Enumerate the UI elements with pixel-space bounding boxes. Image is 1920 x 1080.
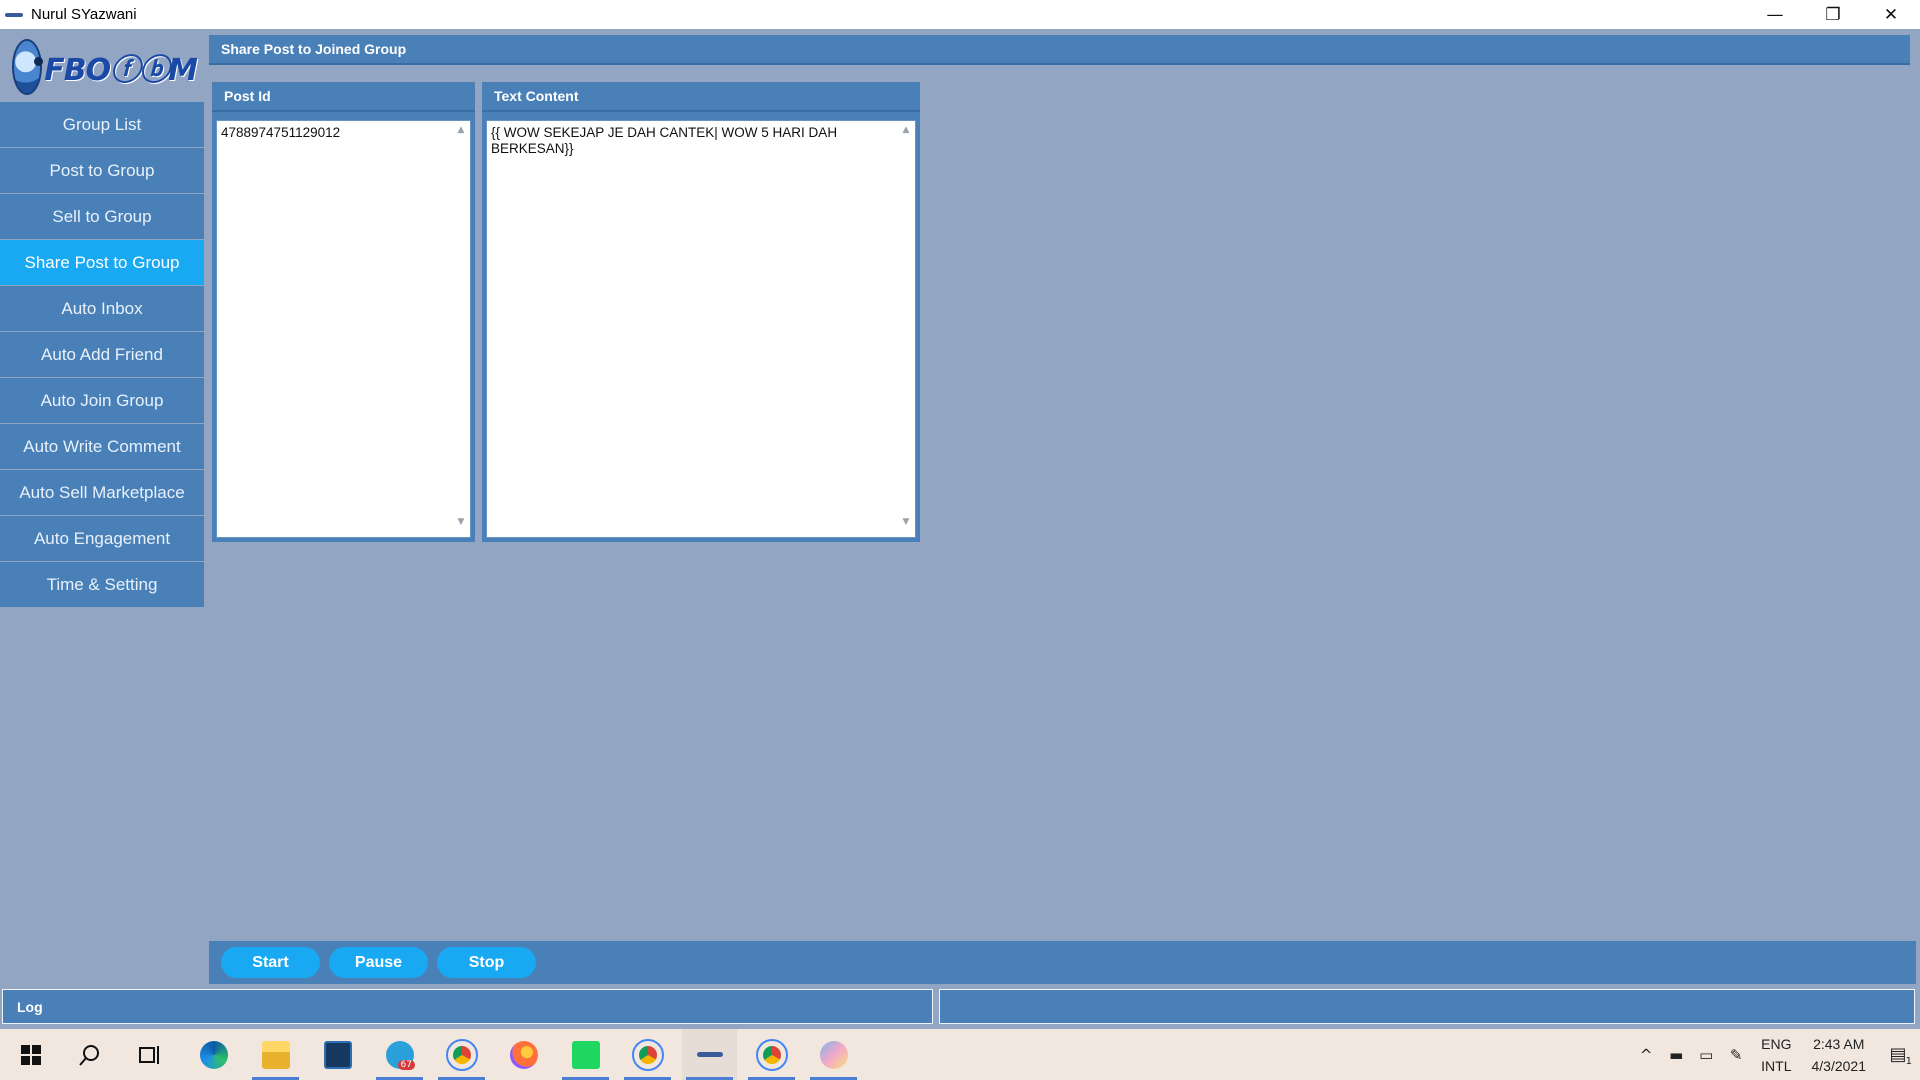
app-logo: FBOⓕⓑM — [12, 37, 198, 97]
sidebar-item-share-post-to-group[interactable]: Share Post to Group — [0, 240, 204, 286]
sidebar-item-auto-write-comment[interactable]: Auto Write Comment — [0, 424, 204, 470]
pause-button[interactable]: Pause — [329, 947, 428, 978]
text-content-scrollbar[interactable]: ▲ ▼ — [897, 121, 915, 537]
clock-time: 2:43 AM — [1813, 1035, 1865, 1052]
chevron-up-icon[interactable]: ^ — [1631, 1046, 1661, 1064]
file-explorer-icon[interactable] — [248, 1029, 303, 1080]
sidebar-item-sell-to-group[interactable]: Sell to Group — [0, 194, 204, 240]
chrome-profile-icon[interactable] — [434, 1029, 489, 1080]
sidebar-nav: Group List Post to Group Sell to Group S… — [0, 102, 204, 608]
post-id-scrollbar[interactable]: ▲ ▼ — [452, 121, 470, 537]
language-line1: ENG — [1761, 1035, 1792, 1052]
windows-start-icon[interactable] — [3, 1029, 58, 1080]
restore-button[interactable]: ❐ — [1804, 0, 1862, 29]
post-id-textarea[interactable]: 4788974751129012 ▲ ▼ — [216, 120, 471, 538]
dell-icon[interactable] — [310, 1029, 365, 1080]
start-button[interactable]: Start — [221, 947, 320, 978]
sidebar-item-auto-sell-marketplace[interactable]: Auto Sell Marketplace — [0, 470, 204, 516]
telegram-icon[interactable]: 67 — [372, 1029, 427, 1080]
text-content-value[interactable]: {{ WOW SEKEJAP JE DAH CANTEK| WOW 5 HARI… — [489, 123, 895, 535]
post-id-value[interactable]: 4788974751129012 — [219, 123, 450, 535]
sidebar-item-auto-engagement[interactable]: Auto Engagement — [0, 516, 204, 562]
fboom-mascot-icon — [12, 39, 44, 95]
spotify-icon[interactable] — [558, 1029, 613, 1080]
minimize-button[interactable]: — — [1746, 0, 1804, 29]
post-id-header: Post Id — [212, 82, 475, 112]
log-status-area — [939, 989, 1915, 1024]
sidebar-item-auto-inbox[interactable]: Auto Inbox — [0, 286, 204, 332]
sidebar: FBOⓕⓑM Group List Post to Group Sell to … — [0, 29, 204, 1029]
paint-icon[interactable] — [806, 1029, 861, 1080]
network-icon[interactable]: ▭ — [1691, 1046, 1721, 1064]
scroll-down-icon[interactable]: ▼ — [897, 517, 915, 533]
sidebar-item-group-list[interactable]: Group List — [0, 102, 204, 148]
battery-icon[interactable]: ▬ — [1661, 1046, 1691, 1064]
clock-date: 4/3/2021 — [1811, 1057, 1867, 1074]
notification-icon[interactable]: ▤ 1 — [1876, 1044, 1920, 1067]
language-line2: INTL — [1761, 1057, 1792, 1074]
sidebar-item-auto-join-group[interactable]: Auto Join Group — [0, 378, 204, 424]
action-bar: Start Pause Stop — [209, 941, 1916, 984]
sidebar-item-post-to-group[interactable]: Post to Group — [0, 148, 204, 194]
search-icon[interactable] — [62, 1029, 117, 1080]
scroll-down-icon[interactable]: ▼ — [452, 517, 470, 533]
pen-icon[interactable]: ✎ — [1721, 1046, 1751, 1064]
text-content-panel: Text Content {{ WOW SEKEJAP JE DAH CANTE… — [482, 82, 920, 542]
edge-icon[interactable] — [186, 1029, 241, 1080]
page-title: Share Post to Joined Group — [209, 35, 1910, 65]
task-view-icon[interactable] — [122, 1029, 177, 1080]
close-button[interactable]: ✕ — [1862, 0, 1920, 29]
app-icon — [5, 10, 27, 20]
logo-text: FBOⓕⓑM — [44, 53, 198, 88]
stop-button[interactable]: Stop — [437, 947, 536, 978]
firefox-icon[interactable] — [496, 1029, 551, 1080]
text-content-textarea[interactable]: {{ WOW SEKEJAP JE DAH CANTEK| WOW 5 HARI… — [486, 120, 916, 538]
window-title: Nurul SYazwani — [31, 6, 137, 23]
chrome-profile-2-icon[interactable] — [620, 1029, 675, 1080]
telegram-badge: 67 — [397, 1060, 415, 1070]
sidebar-item-time-setting[interactable]: Time & Setting — [0, 562, 204, 608]
chrome-icon[interactable] — [744, 1029, 799, 1080]
text-content-header: Text Content — [482, 82, 920, 112]
log-bar: Log — [2, 989, 933, 1024]
scroll-up-icon[interactable]: ▲ — [897, 125, 915, 141]
sidebar-item-auto-add-friend[interactable]: Auto Add Friend — [0, 332, 204, 378]
notification-count: 1 — [1905, 1056, 1912, 1067]
language-indicator[interactable]: ENG INTL — [1761, 1033, 1791, 1077]
scroll-up-icon[interactable]: ▲ — [452, 125, 470, 141]
title-bar: Nurul SYazwani — ❐ ✕ — [0, 0, 1920, 29]
post-id-panel: Post Id 4788974751129012 ▲ ▼ — [212, 82, 475, 542]
window-controls: — ❐ ✕ — [1746, 0, 1920, 29]
clock[interactable]: 2:43 AM 4/3/2021 — [1812, 1033, 1867, 1077]
fboom-app-icon[interactable] — [682, 1029, 737, 1080]
taskbar: 67 ^ ▬ ▭ ✎ ENG INTL 2:43 AM 4/3/2021 ▤ 1 — [0, 1029, 1920, 1080]
system-tray: ^ ▬ ▭ ✎ ENG INTL 2:43 AM 4/3/2021 ▤ 1 — [1631, 1029, 1920, 1080]
